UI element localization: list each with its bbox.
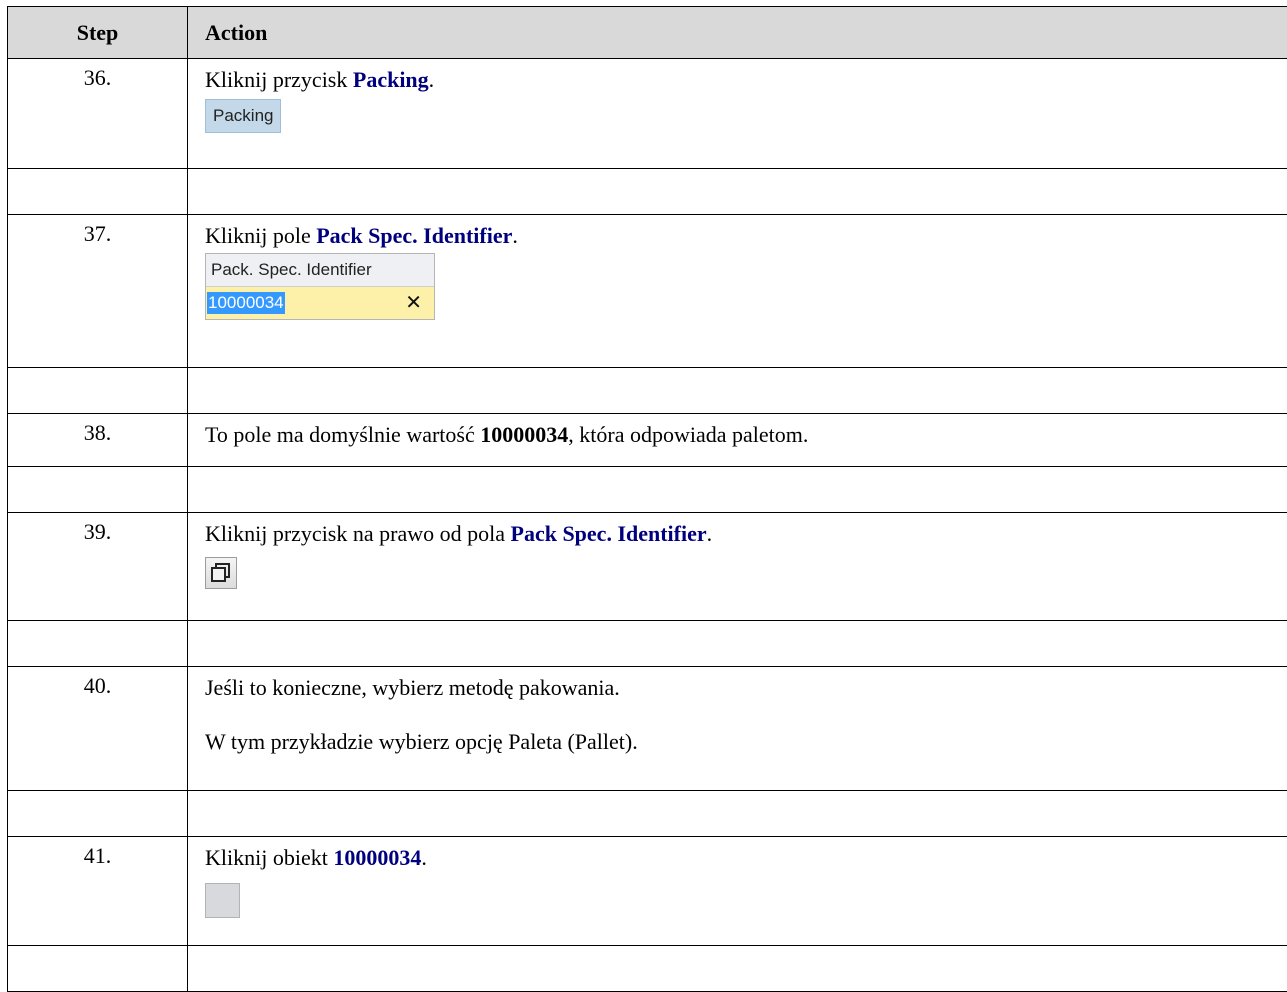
steps-table: Step Action 36. Kliknij przycisk Packing… — [7, 6, 1287, 992]
step-row-36: 36. Kliknij przycisk Packing. Packing — [8, 59, 1287, 169]
step-action: Kliknij przycisk Packing. Packing — [188, 59, 1287, 169]
instruction-text: Kliknij przycisk — [205, 67, 353, 92]
instruction-line-2: W tym przykładzie wybierz opcję Paleta (… — [205, 727, 1278, 757]
step-row-39: 39. Kliknij przycisk na prawo od pola Pa… — [8, 513, 1287, 621]
pack-spec-identifier-field[interactable]: Pack. Spec. Identifier 10000034 ✕ — [205, 253, 435, 320]
step-action: Kliknij przycisk na prawo od pola Pack S… — [188, 513, 1287, 621]
header-step: Step — [8, 7, 188, 59]
step-action: To pole ma domyślnie wartość 10000034, k… — [188, 414, 1287, 467]
instruction-line-1: Jeśli to konieczne, wybierz metodę pakow… — [205, 673, 1278, 703]
step-action: Kliknij pole Pack Spec. Identifier. Pack… — [188, 215, 1287, 368]
field-value-box[interactable]: 10000034 ✕ — [206, 287, 434, 319]
clear-icon[interactable]: ✕ — [405, 290, 422, 316]
ui-element-name: Pack Spec. Identifier — [316, 223, 512, 248]
instruction-text-end: , która odpowiada paletom. — [568, 422, 808, 447]
step-row-37: 37. Kliknij pole Pack Spec. Identifier. … — [8, 215, 1287, 368]
step-number: 37. — [8, 215, 188, 368]
ui-element-name: Packing — [353, 67, 429, 92]
spacer-row — [8, 467, 1287, 513]
step-number: 38. — [8, 414, 188, 467]
spacer-row — [8, 621, 1287, 667]
field-label: Pack. Spec. Identifier — [206, 254, 434, 287]
header-row: Step Action — [8, 7, 1287, 59]
window-restore-glyph — [210, 562, 232, 584]
step-number: 40. — [8, 667, 188, 791]
header-action: Action — [188, 7, 1287, 59]
packing-button[interactable]: Packing — [205, 99, 281, 133]
step-number: 39. — [8, 513, 188, 621]
window-restore-icon[interactable] — [205, 557, 237, 589]
step-action: Kliknij obiekt 10000034. — [188, 837, 1287, 946]
spacer-row — [8, 791, 1287, 837]
step-action: Jeśli to konieczne, wybierz metodę pakow… — [188, 667, 1287, 791]
step-number: 41. — [8, 837, 188, 946]
step-row-40: 40. Jeśli to konieczne, wybierz metodę p… — [8, 667, 1287, 791]
instruction-punct: . — [421, 845, 427, 870]
step-number: 36. — [8, 59, 188, 169]
ui-element-name: Pack Spec. Identifier — [511, 521, 707, 546]
ui-element-name: 10000034 — [333, 845, 421, 870]
instruction-punct: . — [429, 67, 435, 92]
instruction-punct: . — [707, 521, 713, 546]
instruction-punct: . — [512, 223, 518, 248]
spacer-row — [8, 368, 1287, 414]
value-emphasis: 10000034 — [480, 422, 568, 447]
spacer-row — [8, 946, 1287, 992]
instruction-text: To pole ma domyślnie wartość — [205, 422, 480, 447]
field-value[interactable]: 10000034 — [207, 292, 285, 314]
step-row-38: 38. To pole ma domyślnie wartość 1000003… — [8, 414, 1287, 467]
object-10000034-button[interactable] — [205, 883, 240, 918]
instruction-text: Kliknij przycisk na prawo od pola — [205, 521, 511, 546]
instruction-text: Kliknij obiekt — [205, 845, 333, 870]
instruction-text: Kliknij pole — [205, 223, 316, 248]
spacer-row — [8, 169, 1287, 215]
step-row-41: 41. Kliknij obiekt 10000034. — [8, 837, 1287, 946]
